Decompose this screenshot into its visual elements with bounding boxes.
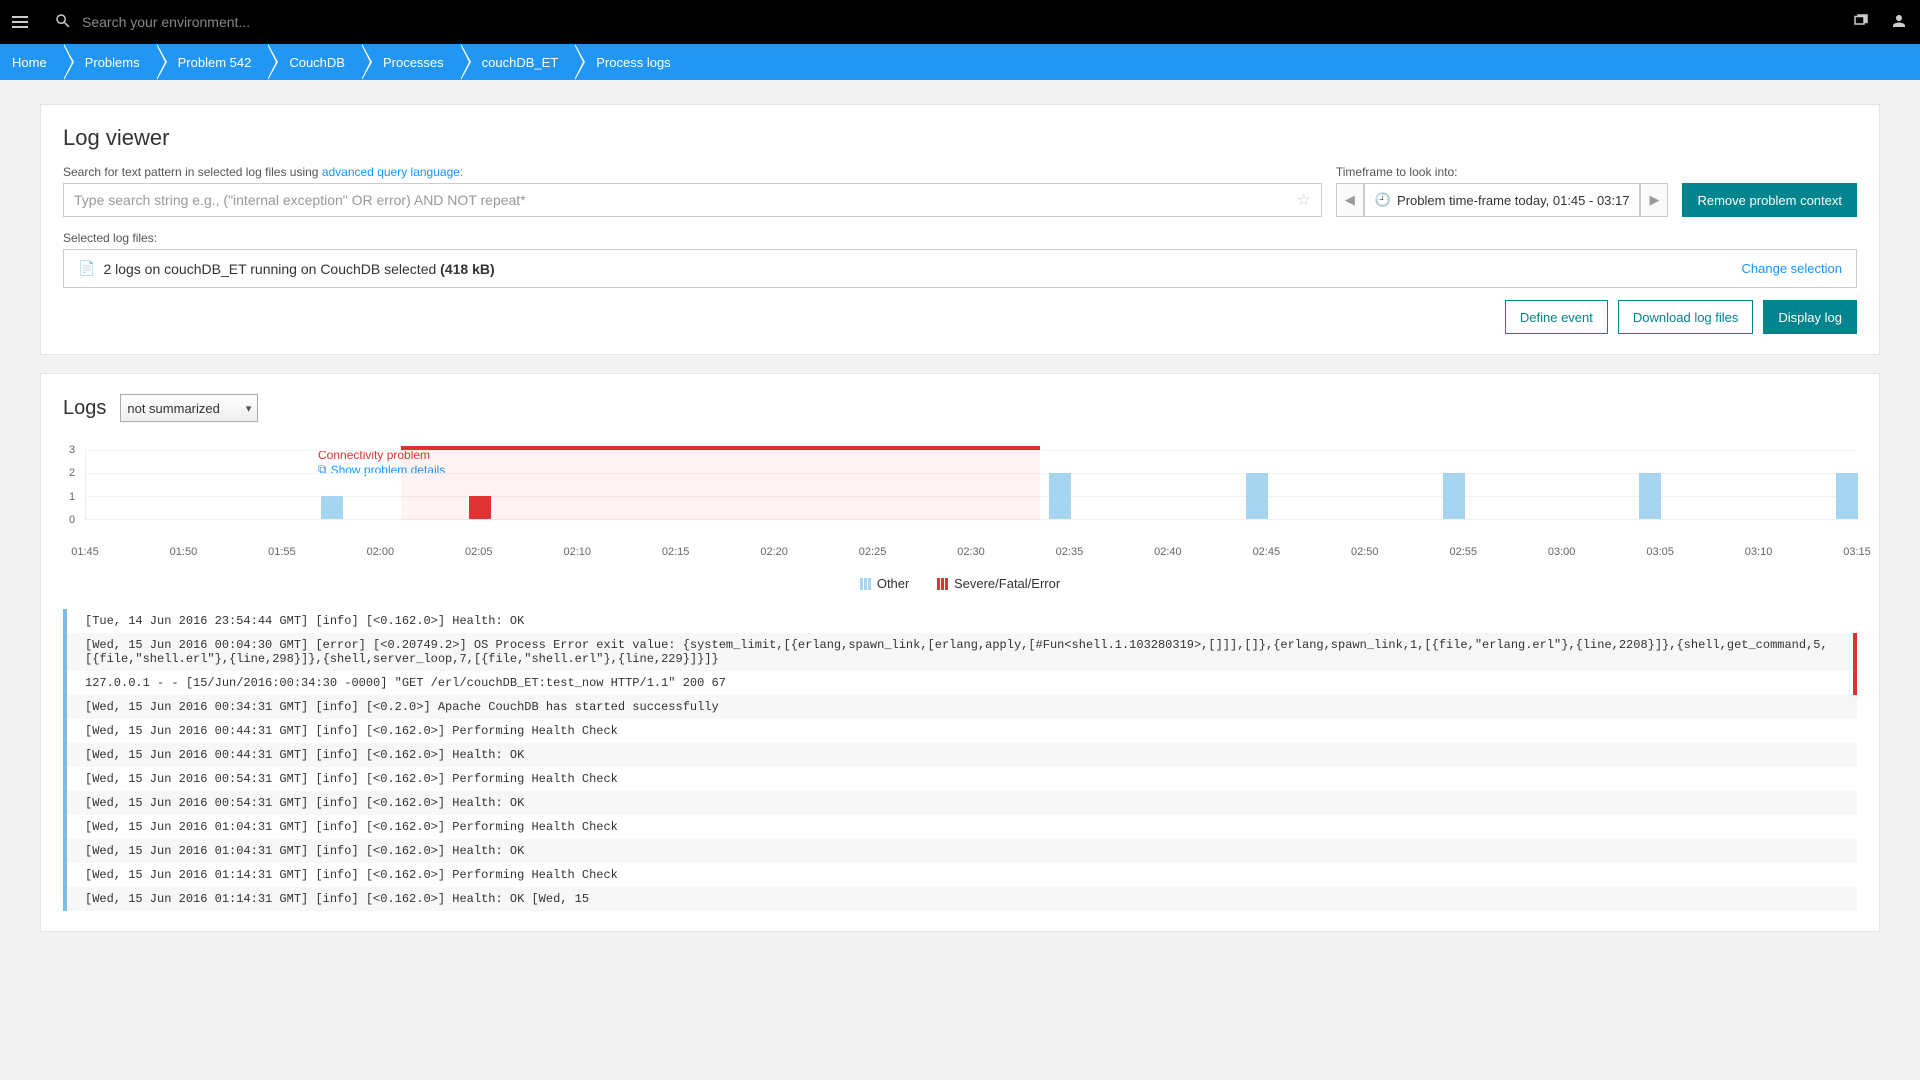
- breadcrumb-item[interactable]: Processes: [361, 44, 460, 80]
- document-icon: 📄: [78, 260, 95, 277]
- breadcrumb-item[interactable]: couchDB_ET: [460, 44, 575, 80]
- define-event-button[interactable]: Define event: [1505, 300, 1608, 334]
- breadcrumb-item[interactable]: Problems: [63, 44, 156, 80]
- summary-select[interactable]: not summarized: [120, 394, 258, 422]
- breadcrumb-item[interactable]: Process logs: [574, 44, 686, 80]
- download-log-files-button[interactable]: Download log files: [1618, 300, 1754, 334]
- global-search-input[interactable]: [82, 14, 1852, 30]
- breadcrumb: HomeProblemsProblem 542CouchDBProcessesc…: [0, 44, 1920, 80]
- hamburger-menu-icon[interactable]: [12, 10, 36, 34]
- selected-logs-box: 📄 2 logs on couchDB_ET running on CouchD…: [63, 249, 1857, 288]
- log-row[interactable]: [Wed, 15 Jun 2016 00:54:31 GMT] [info] […: [67, 791, 1857, 815]
- log-row[interactable]: [Wed, 15 Jun 2016 00:34:31 GMT] [info] […: [67, 695, 1857, 719]
- chart-bar-other: [1049, 473, 1071, 519]
- remove-problem-context-button[interactable]: Remove problem context: [1682, 183, 1857, 217]
- selected-logs-size: (418 kB): [440, 261, 494, 277]
- search-field-label: Search for text pattern in selected log …: [63, 165, 1322, 179]
- log-row[interactable]: [Wed, 15 Jun 2016 01:04:31 GMT] [info] […: [67, 815, 1857, 839]
- log-row[interactable]: [Wed, 15 Jun 2016 00:04:30 GMT] [error] …: [67, 633, 1857, 671]
- selected-log-files-label: Selected log files:: [63, 231, 1857, 245]
- favorite-star-icon[interactable]: ☆: [1297, 190, 1311, 210]
- query-language-link[interactable]: advanced query language:: [322, 165, 463, 179]
- display-log-button[interactable]: Display log: [1763, 300, 1857, 334]
- log-row[interactable]: [Wed, 15 Jun 2016 01:14:31 GMT] [info] […: [67, 887, 1857, 911]
- breadcrumb-item[interactable]: Home: [0, 44, 63, 80]
- legend-other: Other: [860, 576, 910, 591]
- timeframe-next-button[interactable]: ▶: [1640, 183, 1668, 217]
- topbar: [0, 0, 1920, 44]
- windows-icon[interactable]: [1852, 12, 1870, 33]
- log-row[interactable]: [Tue, 14 Jun 2016 23:54:44 GMT] [info] […: [67, 609, 1857, 633]
- user-icon[interactable]: [1890, 12, 1908, 33]
- chart-bar-other: [1246, 473, 1268, 519]
- clock-icon: 🕘: [1375, 192, 1391, 208]
- search-pattern-input-wrap: ☆: [63, 183, 1322, 217]
- log-row[interactable]: [Wed, 15 Jun 2016 00:44:31 GMT] [info] […: [67, 719, 1857, 743]
- log-row[interactable]: [Wed, 15 Jun 2016 01:04:31 GMT] [info] […: [67, 839, 1857, 863]
- change-selection-link[interactable]: Change selection: [1742, 261, 1842, 276]
- legend-error-swatch-icon: [937, 578, 948, 590]
- search-icon[interactable]: [54, 12, 72, 33]
- log-error-marker: [1853, 633, 1857, 695]
- timeframe-label: Timeframe to look into:: [1336, 165, 1669, 179]
- chart-bar-other: [321, 496, 343, 519]
- log-row[interactable]: [Wed, 15 Jun 2016 01:14:31 GMT] [info] […: [67, 863, 1857, 887]
- log-viewer-card: Log viewer Search for text pattern in se…: [40, 104, 1880, 355]
- page-title: Log viewer: [63, 125, 1857, 151]
- chart-bar-other: [1836, 473, 1858, 519]
- log-row[interactable]: [Wed, 15 Jun 2016 00:44:31 GMT] [info] […: [67, 743, 1857, 767]
- chart-bar-error: [469, 496, 491, 519]
- logs-heading: Logs: [63, 397, 106, 420]
- selected-logs-text: 2 logs on couchDB_ET running on CouchDB …: [103, 261, 440, 277]
- chart-bar-other: [1443, 473, 1465, 519]
- log-lines: [Tue, 14 Jun 2016 23:54:44 GMT] [info] […: [63, 609, 1857, 911]
- legend-other-swatch-icon: [860, 578, 871, 590]
- logs-card: Logs not summarized Connectivity problem…: [40, 373, 1880, 932]
- breadcrumb-item[interactable]: Problem 542: [156, 44, 268, 80]
- log-row[interactable]: 127.0.0.1 - - [15/Jun/2016:00:34:30 -000…: [67, 671, 1857, 695]
- logs-chart: 0123 01:4501:5001:5502:0002:0502:1002:15…: [85, 450, 1857, 542]
- chart-bar-other: [1639, 473, 1661, 519]
- timeframe-prev-button[interactable]: ◀: [1336, 183, 1364, 217]
- breadcrumb-item[interactable]: CouchDB: [267, 44, 361, 80]
- legend-error: Severe/Fatal/Error: [937, 576, 1060, 591]
- log-row[interactable]: [Wed, 15 Jun 2016 00:54:31 GMT] [info] […: [67, 767, 1857, 791]
- timeframe-display[interactable]: 🕘 Problem time-frame today, 01:45 - 03:1…: [1364, 183, 1641, 217]
- search-pattern-input[interactable]: [74, 192, 1297, 208]
